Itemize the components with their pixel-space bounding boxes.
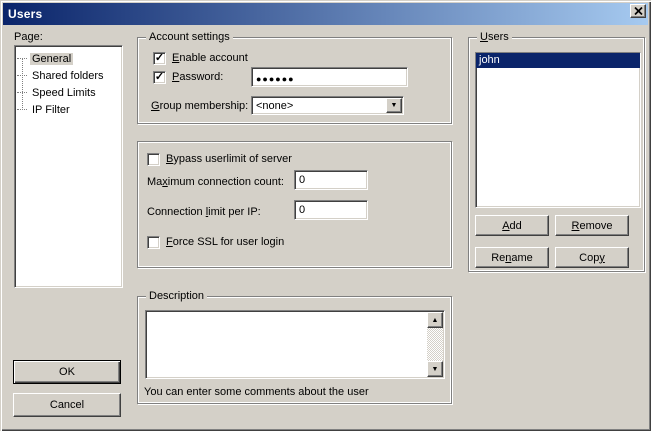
checkmark-icon: ✓ xyxy=(155,54,164,63)
cancel-button[interactable]: Cancel xyxy=(13,393,121,417)
users-title: Users xyxy=(477,31,512,44)
bypass-userlimit-label[interactable]: Bypass userlimit of server xyxy=(166,153,292,166)
page-item-general[interactable]: General xyxy=(17,51,73,66)
scroll-up-button[interactable]: ▲ xyxy=(427,312,443,328)
description-textarea[interactable] xyxy=(145,310,445,379)
page-list[interactable]: General Shared folders Speed Limits IP F… xyxy=(14,45,123,288)
checkmark-icon: ✓ xyxy=(155,73,164,82)
limits-group: Bypass userlimit of server Maximum conne… xyxy=(137,141,452,268)
users-dialog: Users Page: General Shared folders Speed… xyxy=(0,0,651,431)
password-checkbox[interactable]: ✓ xyxy=(153,71,166,84)
users-group: Users john Add Remove Rename Copy xyxy=(468,37,645,272)
page-label: Page: xyxy=(14,31,43,44)
group-membership-select[interactable]: <none> ▼ xyxy=(251,96,404,115)
page-item-speed-limits[interactable]: Speed Limits xyxy=(17,85,98,100)
ok-button[interactable]: OK xyxy=(13,360,121,384)
close-button[interactable] xyxy=(630,4,646,18)
conn-limit-input[interactable] xyxy=(294,200,368,220)
password-input[interactable] xyxy=(251,67,408,87)
description-hint: You can enter some comments about the us… xyxy=(144,386,369,399)
password-label[interactable]: Password: xyxy=(172,71,223,84)
add-button[interactable]: Add xyxy=(475,215,549,236)
titlebar[interactable]: Users xyxy=(3,3,648,25)
users-list[interactable]: john xyxy=(475,52,641,208)
account-settings-group: Account settings ✓ Enable account ✓ Pass… xyxy=(137,37,452,124)
user-list-item[interactable]: john xyxy=(476,53,640,68)
force-ssl-checkbox[interactable] xyxy=(147,236,160,249)
arrow-up-icon: ▲ xyxy=(432,317,439,324)
remove-button[interactable]: Remove xyxy=(555,215,629,236)
description-field-wrap: ▲ ▼ xyxy=(145,310,445,379)
copy-button[interactable]: Copy xyxy=(555,247,629,268)
scroll-down-button[interactable]: ▼ xyxy=(427,361,443,377)
close-icon xyxy=(634,7,643,15)
enable-account-label[interactable]: Enable account xyxy=(172,52,248,65)
description-title: Description xyxy=(146,290,207,303)
rename-button[interactable]: Rename xyxy=(475,247,549,268)
chevron-down-icon: ▼ xyxy=(391,102,398,109)
description-group: Description ▲ ▼ You can enter some comme… xyxy=(137,296,452,404)
max-connection-label: Maximum connection count: xyxy=(147,176,284,189)
page-item-ip-filter[interactable]: IP Filter xyxy=(17,102,72,117)
force-ssl-label[interactable]: Force SSL for user login xyxy=(166,236,284,249)
dropdown-button[interactable]: ▼ xyxy=(386,98,402,113)
bypass-userlimit-checkbox[interactable] xyxy=(147,153,160,166)
window-title: Users xyxy=(3,7,42,21)
page-item-shared-folders[interactable]: Shared folders xyxy=(17,68,106,83)
enable-account-checkbox[interactable]: ✓ xyxy=(153,52,166,65)
max-connection-input[interactable] xyxy=(294,170,368,190)
description-scrollbar[interactable]: ▲ ▼ xyxy=(427,312,443,377)
group-membership-value: <none> xyxy=(256,100,293,112)
conn-limit-label: Connection limit per IP: xyxy=(147,206,261,219)
scrollbar-track[interactable] xyxy=(427,328,443,361)
group-membership-label: Group membership: xyxy=(151,100,248,113)
account-settings-title: Account settings xyxy=(146,31,233,44)
arrow-down-icon: ▼ xyxy=(432,366,439,373)
